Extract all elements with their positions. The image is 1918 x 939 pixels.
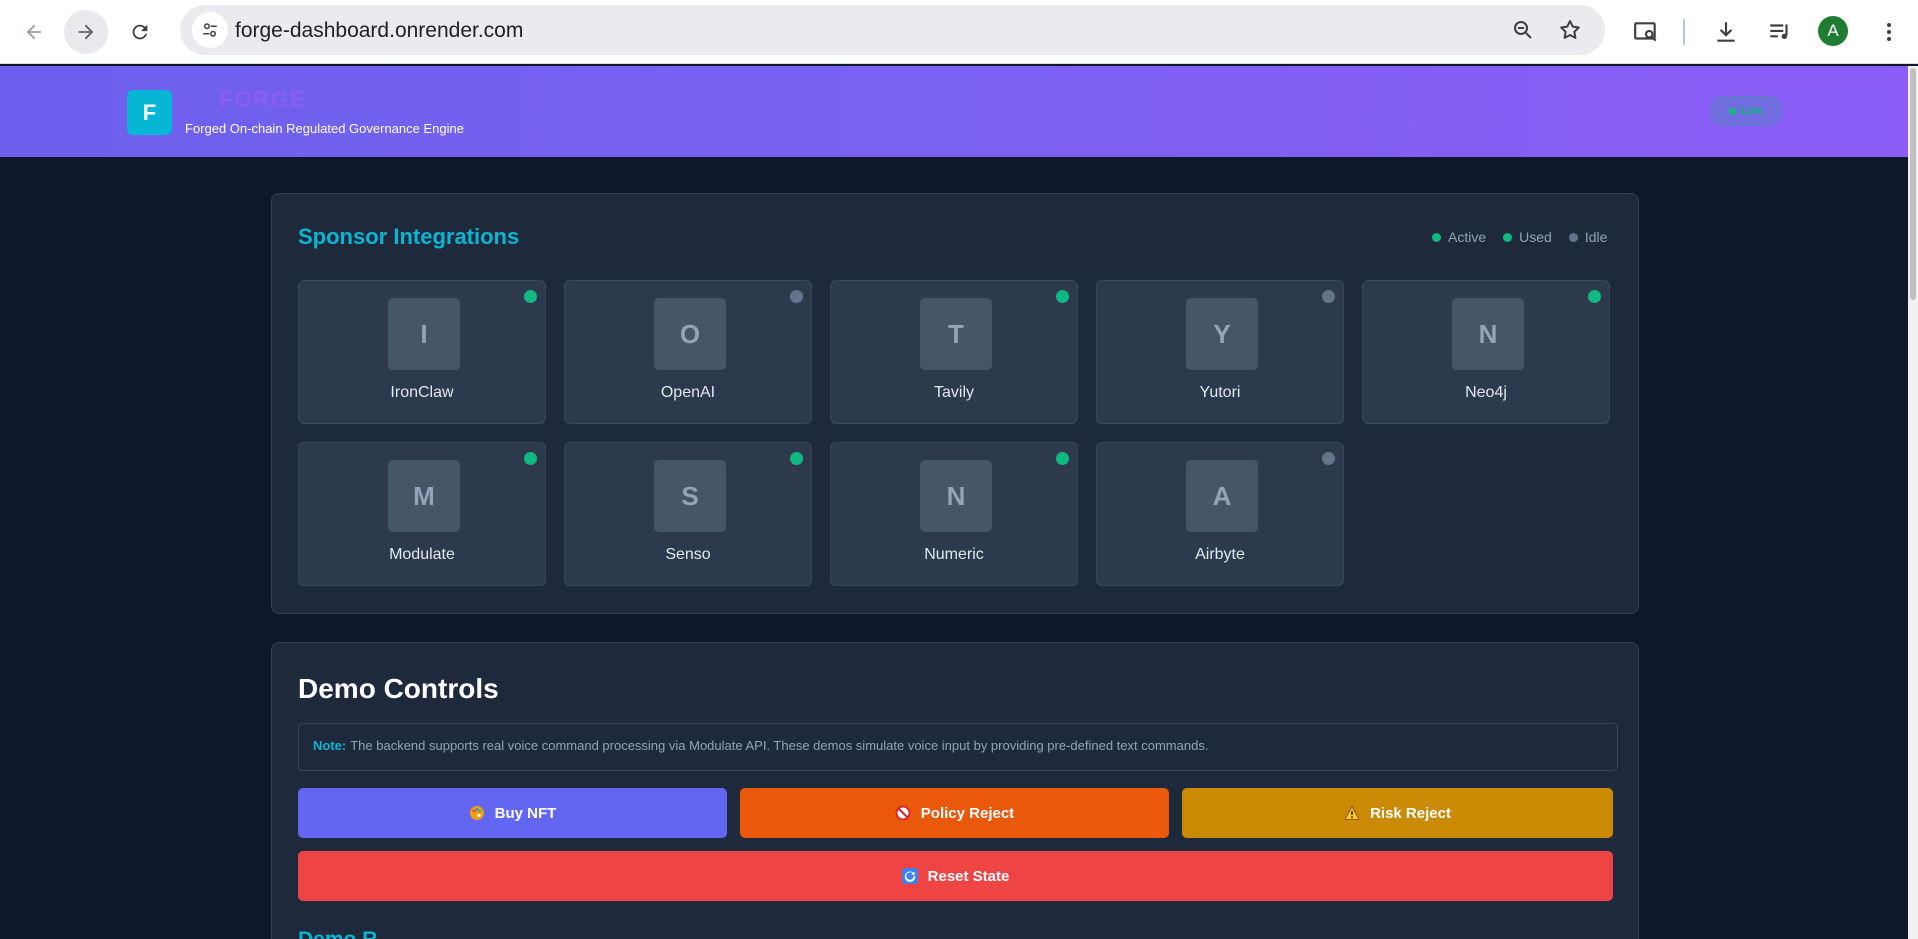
sponsor-tile-openai[interactable]: O OpenAI xyxy=(564,280,812,424)
sponsor-name: OpenAI xyxy=(660,384,716,401)
buy-nft-label: Buy NFT xyxy=(494,804,557,822)
sponsor-initial: N xyxy=(920,460,992,532)
sponsor-integrations-card: Sponsor Integrations Active Used Idle I … xyxy=(271,193,1639,614)
legend-active-dot xyxy=(1432,232,1441,242)
sponsor-name: Numeric xyxy=(924,546,984,563)
toolbar-divider xyxy=(1683,19,1685,45)
demo-controls-card: Demo Controls Note: The backend supports … xyxy=(271,642,1639,939)
sponsor-initial: I xyxy=(388,298,460,370)
legend-used-dot xyxy=(1503,232,1513,242)
reload-icon xyxy=(132,24,148,40)
brand-name: FORGE xyxy=(219,86,306,112)
sponsor-tile-yutori[interactable]: Y Yutori xyxy=(1096,280,1344,424)
screen-search-button[interactable] xyxy=(1630,16,1662,48)
sponsor-tile-modulate[interactable]: M Modulate xyxy=(298,442,546,586)
browser-toolbar: forge-dashboard.onrender.com A xyxy=(0,0,1918,64)
status-dot-icon xyxy=(1322,290,1335,303)
bookmark-star-icon xyxy=(1560,20,1580,39)
note-text: The backend supports real voice command … xyxy=(350,738,1209,753)
demo-controls-title: Demo Controls xyxy=(298,673,499,704)
policy-reject-button[interactable]: Policy Reject xyxy=(740,788,1169,838)
risk-reject-label: Risk Reject xyxy=(1370,804,1451,822)
prohibited-icon xyxy=(895,805,911,821)
forward-icon xyxy=(78,24,94,40)
zoom-button[interactable] xyxy=(1509,16,1537,44)
sponsor-tile-numeric[interactable]: N Numeric xyxy=(830,442,1078,586)
url-text[interactable]: forge-dashboard.onrender.com xyxy=(235,19,523,43)
legend-active: Active xyxy=(1432,229,1486,245)
download-icon xyxy=(1717,22,1735,42)
downloads-button[interactable] xyxy=(1710,16,1742,48)
sponsor-name: Yutori xyxy=(1199,384,1241,401)
status-dot-icon xyxy=(1056,290,1069,303)
status-dot-icon xyxy=(1588,290,1601,303)
sponsor-initial: O xyxy=(654,298,726,370)
status-legend: Active Used Idle xyxy=(1432,229,1607,245)
media-controls-button[interactable] xyxy=(1764,16,1796,48)
legend-idle: Idle xyxy=(1568,229,1608,245)
browser-menu-button[interactable] xyxy=(1873,16,1905,48)
app-header: F FORGE Forged On-chain Regulated Govern… xyxy=(0,66,1908,157)
sponsor-initial: T xyxy=(920,298,992,370)
refresh-icon xyxy=(901,868,918,884)
sponsor-integrations-title: Sponsor Integrations xyxy=(298,224,520,249)
menu-icon xyxy=(1887,23,1891,41)
reset-state-label: Reset State xyxy=(927,867,1010,885)
next-section-title: Demo R... xyxy=(298,928,395,939)
status-dot-icon xyxy=(790,290,803,303)
zoom-icon xyxy=(1514,21,1532,39)
status-dot-icon xyxy=(524,290,537,303)
address-bar[interactable]: forge-dashboard.onrender.com xyxy=(180,5,1605,55)
sponsor-name: Neo4j xyxy=(1465,384,1507,401)
sponsor-name: Tavily xyxy=(933,384,974,401)
back-icon xyxy=(26,24,42,40)
sponsor-name: Senso xyxy=(665,546,711,563)
legend-active-label: Active xyxy=(1448,229,1487,245)
profile-avatar[interactable]: A xyxy=(1818,16,1848,46)
live-status-badge: Live xyxy=(1710,96,1782,126)
note-label: Note: xyxy=(313,738,347,753)
demo-note: Note: The backend supports real voice com… xyxy=(298,723,1618,771)
sponsor-tile-senso[interactable]: S Senso xyxy=(564,442,812,586)
live-dot-icon xyxy=(1729,107,1737,115)
sponsor-initial: A xyxy=(1186,460,1258,532)
scrollbar-thumb[interactable] xyxy=(1910,68,1916,300)
media-controls-icon xyxy=(1770,24,1788,40)
risk-reject-button[interactable]: Risk Reject xyxy=(1182,788,1613,838)
status-dot-icon xyxy=(1056,452,1069,465)
sponsor-initial: M xyxy=(388,460,460,532)
live-status-label: Live xyxy=(1740,105,1763,117)
sponsor-tile-airbyte[interactable]: A Airbyte xyxy=(1096,442,1344,586)
site-settings-icon xyxy=(203,23,217,37)
status-dot-icon xyxy=(790,452,803,465)
reload-button[interactable] xyxy=(118,10,162,54)
legend-idle-label: Idle xyxy=(1584,229,1608,245)
sponsor-initial: N xyxy=(1452,298,1524,370)
legend-used: Used xyxy=(1503,229,1552,245)
screen-search-icon xyxy=(1634,22,1657,42)
status-dot-icon xyxy=(1322,452,1335,465)
warning-icon xyxy=(1344,805,1360,821)
sponsor-name: Airbyte xyxy=(1195,546,1245,563)
reset-state-button[interactable]: Reset State xyxy=(298,851,1613,901)
back-button[interactable] xyxy=(12,10,56,54)
sponsor-tile-ironclaw[interactable]: I IronClaw xyxy=(298,280,546,424)
tagline: Forged On-chain Regulated Governance Eng… xyxy=(185,121,464,136)
bookmark-button[interactable] xyxy=(1556,16,1584,44)
sponsor-initial: Y xyxy=(1186,298,1258,370)
forward-button[interactable] xyxy=(64,10,108,54)
sponsor-name: IronClaw xyxy=(390,384,454,401)
legend-used-label: Used xyxy=(1519,229,1552,245)
status-dot-icon xyxy=(524,452,537,465)
buy-nft-button[interactable]: Buy NFT xyxy=(298,788,727,838)
site-settings-button[interactable] xyxy=(192,12,228,48)
sponsor-tile-tavily[interactable]: T Tavily xyxy=(830,280,1078,424)
sponsor-tile-neo4j[interactable]: N Neo4j xyxy=(1362,280,1610,424)
sponsor-name: Modulate xyxy=(389,546,455,563)
legend-idle-dot xyxy=(1568,232,1578,242)
logo: F xyxy=(127,90,172,135)
policy-reject-label: Policy Reject xyxy=(920,804,1015,822)
sponsor-initial: S xyxy=(654,460,726,532)
palette-icon xyxy=(469,805,485,821)
